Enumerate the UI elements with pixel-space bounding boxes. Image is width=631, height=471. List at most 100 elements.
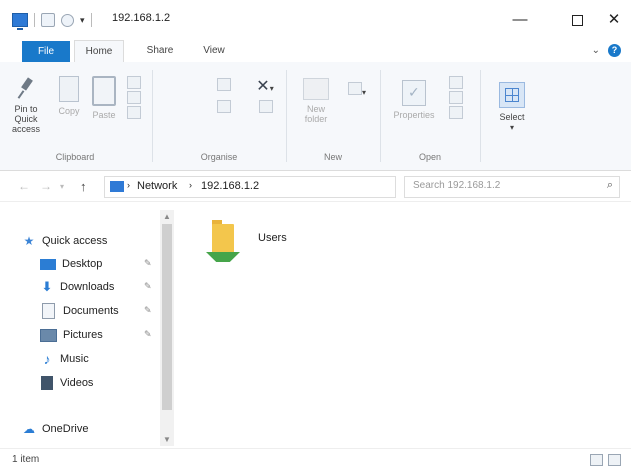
move-to-icon [217, 78, 231, 91]
open-group: Properties Open [382, 68, 478, 166]
select-button[interactable]: Select ▾ [494, 82, 530, 132]
ribbon: Pin to Quick access Copy Paste Clipboard… [0, 62, 631, 171]
close-button[interactable]: ✕ [599, 10, 629, 30]
sidebar-item-label: Downloads [60, 281, 115, 293]
sidebar-item-music[interactable]: ♪ Music [40, 350, 89, 368]
desktop-icon [40, 258, 56, 270]
file-name: Users [258, 232, 287, 244]
copy-icon [59, 76, 79, 102]
copy-button[interactable]: Copy [54, 76, 84, 116]
sidebar-item-label: Pictures [63, 329, 103, 341]
history-icon[interactable] [449, 106, 463, 119]
organise-group: ✕▾ Organise [154, 68, 284, 166]
sidebar-item-quick-access[interactable]: ★ Quick access [22, 232, 108, 250]
breadcrumb-network[interactable]: Network [137, 180, 177, 192]
properties-label: Properties [393, 110, 435, 120]
pin-label: Pin to Quick access [11, 104, 40, 134]
search-icon[interactable]: ⌕ [607, 179, 613, 192]
navigation-pane-scrollbar[interactable]: ▲ ▼ [160, 210, 174, 446]
open-icon[interactable] [449, 76, 463, 89]
ribbon-divider [480, 70, 481, 162]
search-input[interactable]: Search 192.168.1.2 ⌕ [404, 176, 620, 198]
customize-toolbar-chevron-icon[interactable]: ▾ [80, 15, 85, 26]
view-switcher [590, 454, 621, 466]
move-to-button[interactable] [216, 78, 232, 93]
tab-file[interactable]: File [22, 41, 70, 62]
forward-arrow-icon[interactable]: → [40, 179, 52, 193]
tab-share[interactable]: Share [140, 40, 180, 62]
tab-view[interactable]: View [196, 40, 232, 62]
computer-icon[interactable] [12, 13, 28, 30]
breadcrumb-host[interactable]: 192.168.1.2 [201, 180, 259, 192]
back-arrow-icon[interactable]: ← [18, 179, 30, 193]
pin-icon[interactable]: ✎ [144, 305, 152, 316]
pin-icon[interactable]: ✎ [144, 258, 152, 269]
new-label: New [323, 152, 342, 162]
ribbon-help-area: ⌄ ? [592, 44, 621, 57]
paste-shortcut-icon[interactable] [127, 106, 141, 119]
quick-access-toolbar: ▾ [12, 12, 92, 30]
shared-folder-icon [206, 216, 242, 266]
cut-icon[interactable] [127, 76, 141, 89]
properties-icon [402, 80, 426, 106]
maximize-button[interactable] [562, 10, 592, 30]
explorer-window: ▾ 192.168.1.2 — ✕ File Home Share View ⌄… [0, 0, 631, 471]
pin-icon[interactable]: ✎ [144, 329, 152, 340]
ribbon-divider [286, 70, 287, 162]
edit-icon[interactable] [449, 91, 463, 104]
clipboard-group: Pin to Quick access Copy Paste Clipboard [0, 68, 150, 166]
recent-locations-chevron-icon[interactable]: ▾ [60, 182, 64, 191]
copy-to-icon [217, 100, 231, 113]
toolbar-divider [90, 13, 92, 27]
address-bar[interactable]: › Network › 192.168.1.2 ⌄ ↻ [104, 176, 454, 198]
clipboard-label: Clipboard [55, 152, 95, 162]
sidebar-item-videos[interactable]: Videos [40, 374, 93, 392]
sidebar-item-label: Videos [60, 377, 94, 389]
status-bar: 1 item [0, 448, 631, 471]
large-icons-view-icon[interactable] [608, 454, 621, 466]
sidebar-item-label: Quick access [42, 235, 108, 247]
maximize-icon [571, 15, 583, 26]
new-item-icon [347, 82, 362, 95]
list-item[interactable]: Users [206, 216, 326, 276]
sidebar-item-pictures[interactable]: Pictures ✎ [40, 326, 152, 344]
help-icon[interactable]: ? [608, 44, 621, 57]
sidebar-item-documents[interactable]: Documents ✎ [40, 302, 152, 320]
sidebar-item-onedrive[interactable]: ☁ OneDrive [22, 420, 88, 438]
tab-home[interactable]: Home [74, 40, 124, 63]
details-view-icon[interactable] [590, 454, 603, 466]
minimize-button[interactable]: — [505, 10, 535, 30]
item-count: 1 item [12, 454, 40, 465]
sidebar-item-downloads[interactable]: ⬇ Downloads ✎ [40, 278, 152, 296]
file-list: Users [178, 202, 631, 448]
pin-icon[interactable]: ✎ [144, 281, 152, 292]
scrollbar-thumb[interactable] [162, 224, 172, 410]
delete-icon: ✕ [256, 78, 270, 95]
open-small-actions [448, 76, 464, 121]
star-icon: ★ [23, 234, 35, 248]
copy-to-button[interactable] [216, 100, 232, 115]
videos-icon [41, 376, 53, 390]
new-item-button[interactable]: ▾ [346, 82, 368, 97]
copy-path-icon[interactable] [127, 91, 141, 104]
new-folder-icon [303, 78, 329, 100]
sidebar-item-desktop[interactable]: Desktop ✎ [40, 255, 152, 273]
up-arrow-icon[interactable]: ↑ [80, 179, 87, 194]
scroll-up-chevron-icon[interactable]: ▲ [163, 212, 171, 221]
pin-to-quick-access-button[interactable]: Pin to Quick access [4, 76, 48, 134]
rename-button[interactable] [258, 100, 274, 115]
pin-icon [17, 76, 35, 100]
scroll-down-chevron-icon[interactable]: ▼ [163, 435, 171, 444]
paste-button[interactable]: Paste [88, 76, 120, 120]
new-folder-icon[interactable] [61, 13, 74, 27]
title-bar: ▾ 192.168.1.2 — ✕ [0, 0, 631, 40]
copy-label: Copy [58, 106, 80, 116]
sidebar-item-label: Desktop [62, 258, 103, 270]
properties-button[interactable]: Properties [388, 80, 440, 120]
delete-button[interactable]: ✕▾ [254, 76, 276, 96]
properties-icon[interactable] [41, 13, 55, 27]
select-icon [499, 82, 525, 108]
sidebar-item-label: Music [60, 353, 89, 365]
new-folder-button[interactable]: New folder [296, 78, 336, 124]
expand-ribbon-chevron-icon[interactable]: ⌄ [592, 45, 600, 56]
